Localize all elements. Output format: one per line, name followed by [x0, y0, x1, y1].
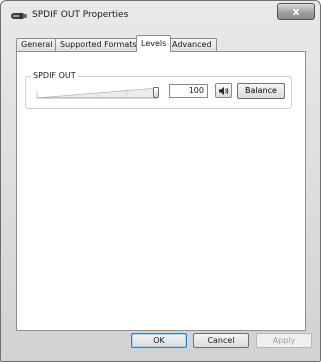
tab-advanced[interactable]: Advanced: [167, 38, 217, 51]
title-bar[interactable]: SPDIF OUT Properties x: [1, 1, 320, 29]
tab-supported-formats[interactable]: Supported Formats: [55, 38, 142, 51]
apply-button[interactable]: Apply: [256, 333, 312, 348]
cancel-button[interactable]: Cancel: [193, 333, 249, 348]
speaker-icon: [11, 13, 27, 19]
speaker-volume-icon: [219, 87, 229, 95]
slider-track: [36, 87, 158, 99]
tab-levels[interactable]: Levels: [136, 35, 172, 52]
properties-dialog: SPDIF OUT Properties x General Supported…: [0, 0, 321, 362]
balance-button[interactable]: Balance: [237, 83, 285, 99]
close-button[interactable]: x: [277, 3, 315, 20]
tab-general[interactable]: General: [16, 38, 58, 51]
window-title: SPDIF OUT Properties: [32, 10, 129, 20]
tab-strip: General Supported Formats Levels Advance…: [16, 35, 306, 52]
group-label: SPDIF OUT: [31, 71, 78, 80]
slider-thumb[interactable]: [153, 87, 159, 98]
close-icon: x: [292, 5, 300, 18]
volume-slider[interactable]: [35, 83, 160, 101]
mute-button[interactable]: [215, 83, 232, 98]
levels-tab-panel: SPDIF OUT 100 Balance: [16, 51, 306, 331]
level-value-field[interactable]: 100: [169, 84, 208, 98]
ok-button[interactable]: OK: [131, 333, 187, 348]
spdif-out-group: SPDIF OUT 100 Balance: [25, 71, 292, 109]
